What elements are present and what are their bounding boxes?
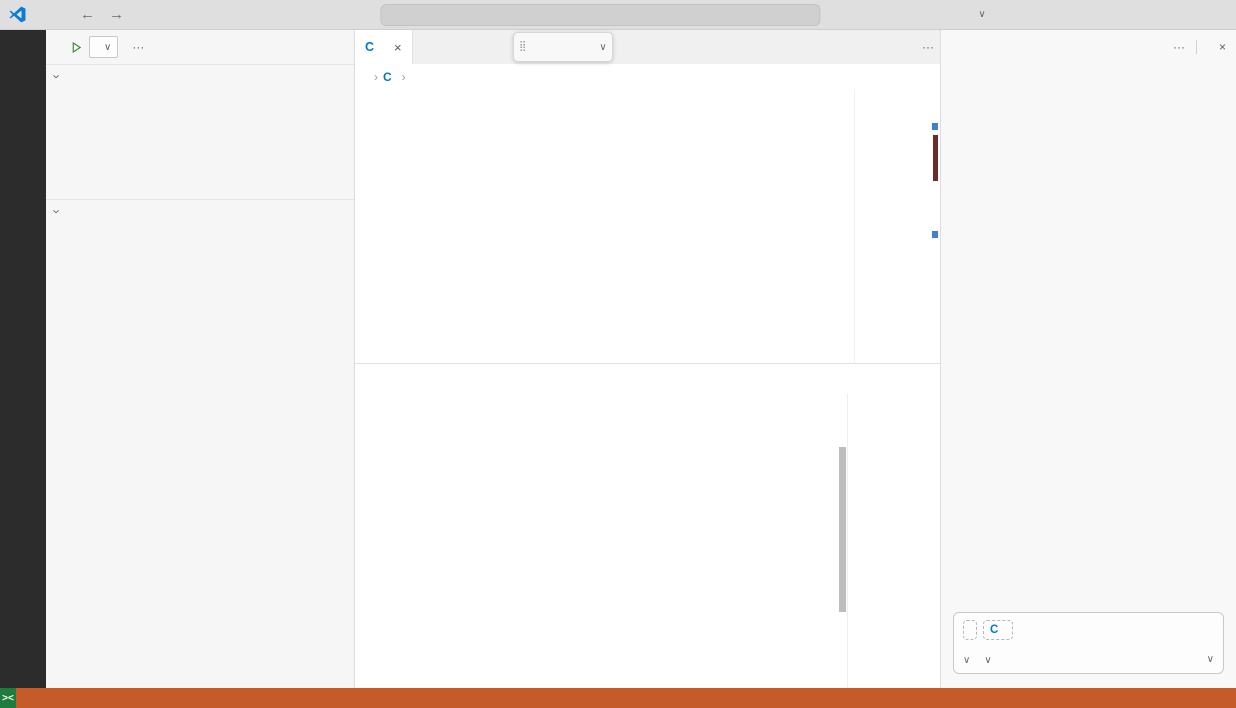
chevron-icon: › [50,204,65,218]
command-center-search[interactable] [380,4,820,26]
toolbar-grip-icon[interactable]: ⣿ [519,43,527,51]
xperipherals-tree [46,222,354,688]
terminal-output[interactable] [355,394,837,688]
toggle-panel-button[interactable] [1050,0,1080,29]
section-xperipherals[interactable]: › [46,199,354,222]
nav-back-icon[interactable]: ← [80,6,95,23]
close-button[interactable] [1194,0,1236,29]
section-cortex-live-watch[interactable]: › [46,64,354,87]
overview-ruler[interactable] [930,89,940,363]
maximize-button[interactable] [1152,0,1194,29]
chevron-icon: › [50,69,65,83]
chat-close-icon[interactable]: × [1219,40,1226,54]
customize-layout-button[interactable] [990,0,1020,29]
run-debug-sidebar: ∨ ··· › › [46,30,355,688]
c-file-icon: C [383,70,392,84]
tab-close-icon[interactable]: × [394,40,402,55]
minimap[interactable] [854,89,930,363]
breadcrumb-sep-icon: › [402,70,406,84]
minimize-button[interactable] [1110,0,1152,29]
c-file-icon: C [990,624,998,636]
title-bar: ← → ∨ [0,0,1236,30]
toggle-sidebar-left-button[interactable] [1020,0,1050,29]
mode-picker[interactable]: ∨ [963,652,970,666]
activity-bar [0,30,46,688]
sidebar-more-icon[interactable]: ··· [132,40,144,54]
context-chip-main-c[interactable]: C [983,620,1013,640]
editor-tab-bar: C × ⣿ ∨ ··· [355,30,940,64]
debug-config-dropdown[interactable]: ∨ [89,36,118,58]
terminal-instance-list [847,394,940,688]
send-chevron-icon[interactable]: ∨ [1207,654,1214,665]
breadcrumbs: › C › [355,64,940,89]
attach-context-button[interactable] [963,620,977,640]
editor-more-icon[interactable]: ··· [922,40,934,54]
toolbar-chevron-icon[interactable]: ∨ [599,42,606,53]
remote-indicator[interactable]: >< [0,688,16,708]
chat-more-icon[interactable]: ··· [1173,40,1185,54]
chevron-down-icon: ∨ [104,42,111,53]
problems-status[interactable] [16,688,43,708]
toggle-sidebar-right-button[interactable] [1080,0,1110,29]
copilot-chevron-icon[interactable]: ∨ [974,0,990,29]
chat-input-box[interactable]: C ∨ ∨ ∨ [953,612,1224,674]
breadcrumb-sep-icon: › [374,70,378,84]
panel-tab-bar [355,364,940,394]
nav-forward-icon[interactable]: → [109,6,124,23]
copilot-chat-button[interactable] [944,0,974,29]
c-file-icon: C [365,40,374,54]
vscode-logo-icon [0,6,34,23]
debug-toolbar: ⣿ ∨ [513,32,613,62]
status-bar: >< [0,688,1236,708]
bottom-panel [355,363,940,688]
live-watch-body [46,87,354,199]
debug-start-icon[interactable] [70,41,83,54]
model-picker[interactable]: ∨ [984,652,991,666]
chat-panel: ··· × C [940,30,1236,688]
code-editor[interactable] [355,89,940,363]
tab-main-c[interactable]: C × [355,30,413,64]
terminal-scrollbar[interactable] [837,394,847,688]
